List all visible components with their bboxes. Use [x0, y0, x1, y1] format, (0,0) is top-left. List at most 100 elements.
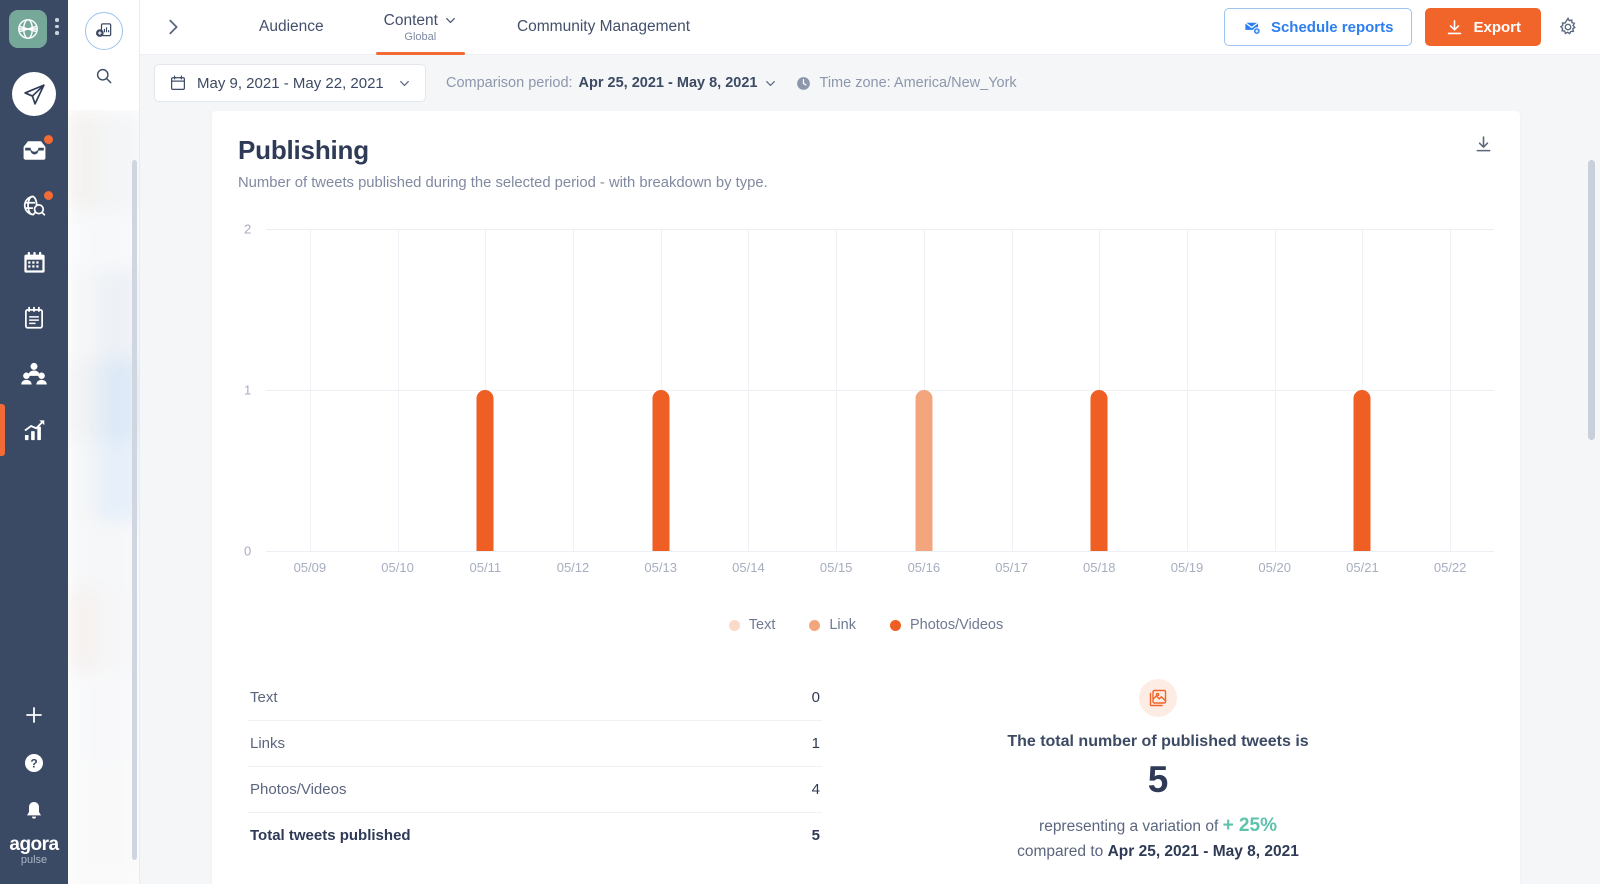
app-root: ? agora pulse Audience Content Global Co… [0, 0, 1600, 884]
left-rail: ? agora pulse [0, 0, 68, 884]
legend-item[interactable]: Photos/Videos [889, 617, 1003, 633]
profile-search-button[interactable] [85, 62, 123, 90]
chart-bar[interactable] [476, 390, 494, 551]
globe-logo-icon [18, 19, 38, 39]
chart-x-axis-label: 05/11 [469, 560, 502, 575]
timezone-label: Time zone: America/New_York [819, 75, 1017, 91]
plus-icon [26, 707, 42, 723]
table-total-label: Total tweets published [250, 827, 411, 844]
chart-bar[interactable] [1090, 390, 1108, 551]
summary-total-value: 5 [1147, 759, 1169, 800]
summary-line-3: representing a variation of + 25% [822, 815, 1494, 837]
sidebar-item-inbox[interactable] [0, 122, 68, 178]
sidebar-item-reports-notes[interactable] [0, 290, 68, 346]
brand-bottom: pulse [20, 854, 48, 866]
chart-bar[interactable] [652, 390, 670, 551]
search-icon [96, 68, 111, 84]
chart-gridline-vertical [573, 229, 574, 551]
comparison-period-label: Comparison period: [446, 75, 573, 91]
page-title: Publishing [238, 135, 369, 165]
download-icon [1476, 136, 1491, 152]
summary-compare-prefix: compared to [1017, 843, 1108, 860]
tab-audience-label: Audience [259, 18, 324, 35]
photos-icon [1149, 689, 1167, 707]
comparison-period-value: Apr 25, 2021 - May 8, 2021 [578, 75, 758, 91]
table-row-label: Photos/Videos [250, 781, 347, 798]
expand-panel-button[interactable] [162, 16, 184, 43]
download-icon [1448, 19, 1462, 34]
sidebar-item-community[interactable] [0, 346, 68, 402]
calendar-icon [23, 251, 45, 273]
chart-gridline-horizontal [266, 229, 1494, 230]
date-range-picker[interactable]: May 9, 2021 - May 22, 2021 [154, 64, 426, 102]
legend-item[interactable]: Link [809, 617, 856, 633]
legend-item[interactable]: Text [728, 617, 775, 633]
sidebar-item-analytics[interactable] [0, 402, 68, 458]
chart-gridline-vertical [1450, 229, 1452, 551]
schedule-reports-button[interactable]: Schedule reports [1223, 8, 1413, 46]
export-button[interactable]: Export [1425, 8, 1541, 46]
tab-community-management[interactable]: Community Management [487, 0, 720, 55]
table-row-total: Total tweets published 5 [248, 813, 822, 858]
add-report-button[interactable] [84, 12, 123, 50]
notifications-button[interactable] [0, 787, 68, 835]
chart-gridline-vertical [748, 229, 750, 551]
chart-x-axis-label: 05/22 [1433, 560, 1467, 575]
sidebar-item-listening[interactable] [0, 178, 68, 234]
publishing-card: Publishing Number of tweets published du… [212, 111, 1520, 884]
chevron-down-icon [446, 18, 455, 23]
filter-bar: May 9, 2021 - May 22, 2021 Comparison pe… [140, 55, 1600, 111]
date-range-value: May 9, 2021 - May 22, 2021 [197, 74, 384, 92]
chart-x-axis-label: 05/13 [644, 560, 677, 575]
summary-compare-period: Apr 25, 2021 - May 8, 2021 [1107, 843, 1299, 860]
chevron-down-icon [765, 80, 775, 86]
paper-plane-icon [23, 83, 45, 105]
brand-top: agora [9, 834, 59, 855]
rail-nav [0, 66, 68, 458]
card-download-button[interactable] [1473, 134, 1494, 160]
sidebar-item-publishing[interactable] [0, 66, 68, 122]
chart-x-axis-label: 05/17 [995, 560, 1028, 575]
kebab-menu-icon[interactable] [55, 18, 59, 35]
card-subtitle: Number of tweets published during the se… [238, 175, 768, 191]
profile-list-blurred [68, 110, 139, 884]
timezone-indicator: Time zone: America/New_York [795, 75, 1017, 92]
chevron-right-icon [169, 19, 178, 35]
users-icon [21, 362, 47, 385]
chart-x-axis-label: 05/14 [732, 560, 765, 575]
profile-panel-scrollbar[interactable] [132, 160, 137, 860]
comparison-period-picker[interactable]: Comparison period: Apr 25, 2021 - May 8,… [446, 75, 777, 91]
breakdown-table: Text 0 Links 1 Photos/Videos 4 Total tweets pu… [248, 675, 822, 861]
clock-icon [796, 76, 810, 90]
summary-variation-value: + 25% [1222, 815, 1277, 836]
tab-audience[interactable]: Audience [229, 0, 354, 55]
tab-content-sublabel: Global [404, 30, 437, 43]
sidebar-item-calendar[interactable] [0, 234, 68, 290]
chart-gridline-vertical [836, 229, 838, 551]
chart-bar[interactable] [1353, 390, 1371, 551]
help-button[interactable]: ? [0, 739, 68, 787]
page-scrollbar[interactable] [1588, 160, 1595, 440]
settings-button[interactable] [1554, 13, 1582, 41]
summary-icon-wrap [1139, 679, 1177, 717]
tab-community-management-label: Community Management [516, 18, 691, 35]
nav-tabs: Audience Content Global Community Manage… [229, 0, 720, 55]
table-total-value: 5 [811, 827, 820, 844]
export-label: Export [1473, 18, 1521, 36]
main-area: Audience Content Global Community Manage… [140, 0, 1600, 884]
summary-line-4: compared to Apr 25, 2021 - May 8, 2021 [822, 843, 1494, 861]
chart-y-axis-label: 0 [244, 543, 252, 559]
add-button[interactable] [0, 691, 68, 739]
chart-x-axis-label: 05/10 [381, 560, 414, 575]
card-bottom: Text 0 Links 1 Photos/Videos 4 Total tweets pu… [212, 675, 1520, 861]
legend-color-dot [889, 619, 901, 631]
publishing-chart: 0 1 2 05/09 05/10 05/11 05/12 05/13 05/14 05/15 05… [238, 219, 1494, 579]
rail-bottom-nav: ? agora pulse [0, 691, 68, 884]
tab-content[interactable]: Content Global [354, 0, 487, 55]
summary-line-1: The total number of published tweets is [1007, 733, 1309, 750]
chart-bar[interactable] [915, 390, 933, 551]
table-row-label: Text [250, 689, 278, 706]
workspace-logo[interactable] [9, 10, 47, 48]
table-row-value: 1 [811, 735, 820, 752]
chart-gridline-horizontal [266, 390, 1494, 391]
